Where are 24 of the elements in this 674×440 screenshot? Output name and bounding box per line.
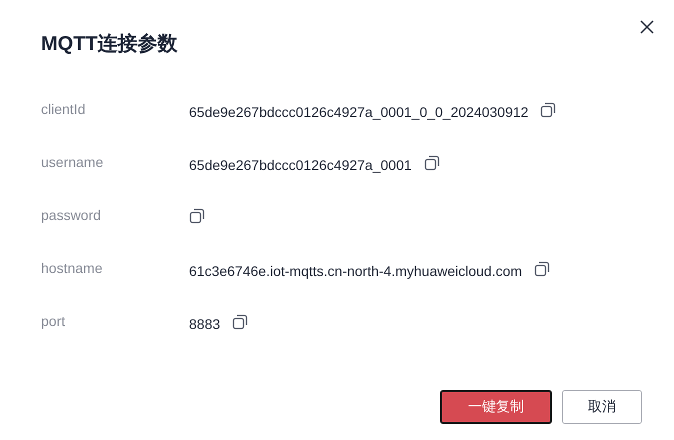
field-value: 65de9e267bdccc0126c4927a_0001 bbox=[189, 156, 412, 174]
copy-button[interactable] bbox=[534, 261, 550, 277]
copy-icon bbox=[189, 208, 205, 224]
field-value: 8883 bbox=[189, 315, 220, 333]
copy-button[interactable] bbox=[189, 208, 205, 224]
field-label: username bbox=[41, 153, 104, 171]
copy-button[interactable] bbox=[424, 155, 440, 171]
copy-all-button[interactable]: 一键复制 bbox=[440, 390, 552, 424]
copy-icon bbox=[534, 261, 550, 277]
field-label: hostname bbox=[41, 259, 104, 277]
copy-icon bbox=[424, 155, 440, 171]
copy-button[interactable] bbox=[540, 102, 556, 118]
close-icon bbox=[640, 20, 654, 34]
field-value: 65de9e267bdccc0126c4927a_0001_0_0_2024030912 bbox=[189, 103, 528, 121]
field-label: clientId bbox=[41, 100, 86, 118]
close-button[interactable] bbox=[638, 18, 656, 36]
field-label: password bbox=[41, 206, 102, 224]
dialog-title: MQTT连接参数 bbox=[41, 32, 179, 57]
copy-button[interactable] bbox=[232, 314, 248, 330]
cancel-button[interactable]: 取消 bbox=[562, 390, 642, 424]
field-label: port bbox=[41, 312, 66, 330]
copy-icon bbox=[232, 314, 248, 330]
field-value: 61c3e6746e.iot-mqtts.cn-north-4.myhuaweicloud.com bbox=[189, 262, 522, 280]
copy-icon bbox=[540, 102, 556, 118]
